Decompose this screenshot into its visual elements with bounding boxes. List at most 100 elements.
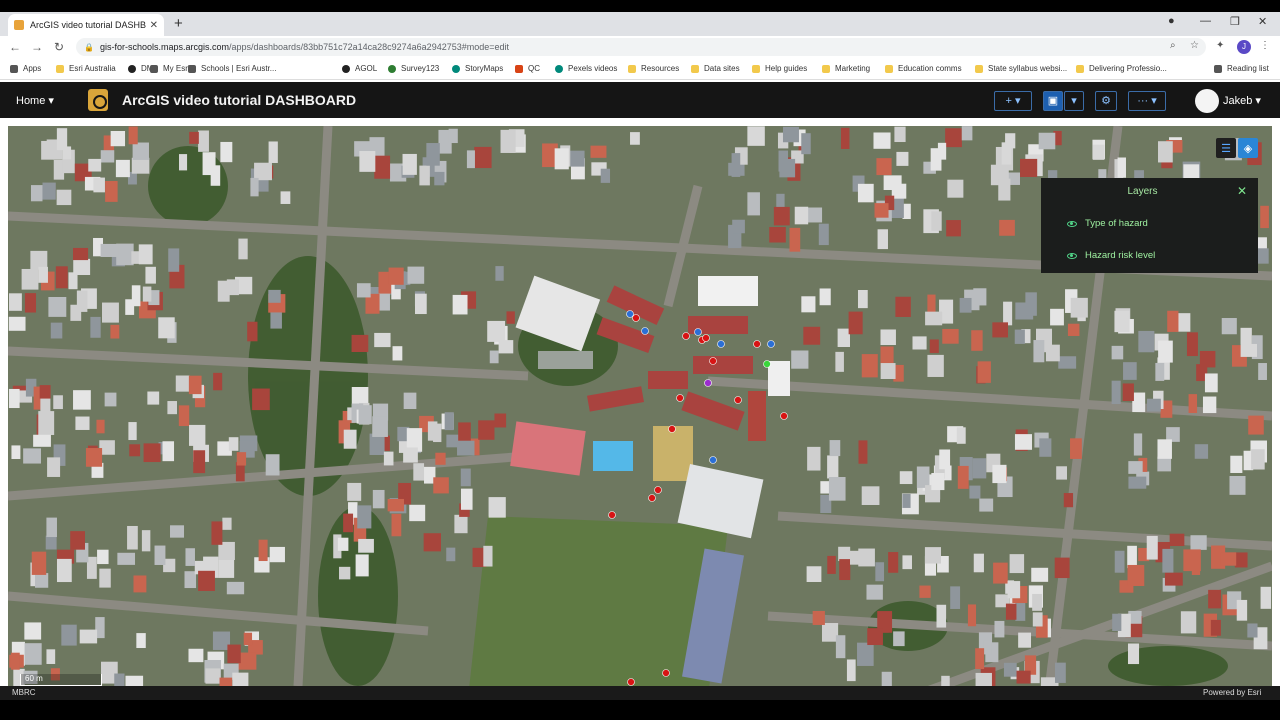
survey123-icon [388,64,396,73]
bookmark-qc[interactable]: QC [515,64,540,73]
bookmark-survey123[interactable]: Survey123 [388,64,439,73]
tab-title: ArcGIS video tutorial DASHBOARD [30,20,146,30]
hazard-marker-red[interactable] [780,412,788,420]
hazard-marker-blue[interactable] [626,310,634,318]
bookmark-state-syllabus[interactable]: State syllabus websi... [975,64,1067,73]
layers-stack-icon[interactable]: ◈ [1238,138,1258,158]
hazard-marker-green[interactable] [763,360,771,368]
hazard-marker-blue[interactable] [767,340,775,348]
extensions-icon[interactable]: ✦ [1216,40,1224,51]
folder-icon [1076,64,1084,73]
folder-icon [691,64,699,73]
url-host: gis-for-schools.maps.arcgis.com [99,42,230,52]
bookmark-help-guides[interactable]: Help guides [752,64,807,73]
reading-list-icon [1214,64,1222,73]
eye-icon[interactable] [1067,220,1077,227]
hazard-marker-red[interactable] [676,394,684,402]
hazard-marker-red[interactable] [662,669,670,677]
browser-menu-icon[interactable]: ⋮ [1260,40,1270,51]
address-toolbar: ← → ↻ 🔒 gis-for-schools.maps.arcgis.com … [0,36,1280,58]
more-options-button[interactable]: ··· ▾ [1128,91,1166,111]
legend-list-icon[interactable]: ☰ [1216,138,1236,158]
apps-grid-icon [10,64,18,73]
hazard-marker-blue[interactable] [717,340,725,348]
arcgis-dashboards-logo-icon [88,89,108,111]
tab-strip: ArcGIS video tutorial DASHBOARD ✕ + ● — … [0,12,1280,36]
browser-tab-dashboard[interactable]: ArcGIS video tutorial DASHBOARD ✕ [8,14,164,36]
hazard-marker-red[interactable] [627,678,635,686]
chevron-down-icon: ▾ [1151,95,1157,107]
map-attribution-bar: MBRC Powered by Esri [0,686,1280,700]
add-element-button[interactable]: + ▾ [994,91,1032,111]
hazard-marker-red[interactable] [753,340,761,348]
map-view[interactable]: ☰ ◈ Layers ✕ Type of hazard Hazard risk … [8,126,1272,698]
imagery-source: MBRC [12,688,36,697]
user-menu[interactable]: Jakeb ▾ [1223,94,1261,107]
reload-icon[interactable]: ↻ [48,40,70,54]
home-menu[interactable]: Home ▾ [16,94,54,107]
bookmark-apps[interactable]: Apps [10,64,41,73]
layer-item-hazard-risk-level[interactable]: Hazard risk level [1067,250,1155,261]
folder-icon [885,64,893,73]
pexels-icon [555,64,563,73]
hazard-marker-blue[interactable] [694,328,702,336]
folder-icon [752,64,760,73]
bookmark-esri-australia[interactable]: Esri Australia [56,64,116,73]
minimize-icon[interactable]: — [1200,15,1211,27]
dashboard-header: Home ▾ ArcGIS video tutorial DASHBOARD +… [0,82,1280,118]
hazard-marker-purple[interactable] [704,379,712,387]
arcgis-favicon-icon [14,20,24,30]
hazard-marker-red[interactable] [654,486,662,494]
close-tab-icon[interactable]: ✕ [150,20,158,31]
bookmark-education-comms[interactable]: Education comms [885,64,962,73]
storymaps-icon [452,64,460,73]
hazard-marker-red[interactable] [734,396,742,404]
scale-bar: 60 m [20,674,102,686]
close-icon[interactable]: ✕ [1237,184,1247,198]
layer-item-type-of-hazard[interactable]: Type of hazard [1067,218,1148,229]
url-bar[interactable]: 🔒 gis-for-schools.maps.arcgis.com /apps/… [76,38,1206,56]
bookmark-data-sites[interactable]: Data sites [691,64,740,73]
bookmark-storymaps[interactable]: StoryMaps [452,64,503,73]
hazard-marker-red[interactable] [608,511,616,519]
page-title: ArcGIS video tutorial DASHBOARD [122,92,357,108]
folder-icon [628,64,636,73]
folder-icon [822,64,830,73]
chevron-down-icon: ▾ [1255,95,1261,107]
url-path: /apps/dashboards/83bb751c72a14ca28c9274a… [229,42,510,52]
bookmark-agol[interactable]: AGOL [342,64,377,73]
avatar[interactable] [1195,89,1219,113]
bookmark-my-esri[interactable]: My Esri [150,64,190,73]
record-icon[interactable]: ● [1168,15,1175,27]
bookmark-delivering[interactable]: Delivering Professio... [1076,64,1167,73]
hazard-marker-red[interactable] [709,357,717,365]
bookmark-pexels[interactable]: Pexels videos [555,64,617,73]
esri-icon [188,64,196,73]
bookmark-marketing[interactable]: Marketing [822,64,870,73]
hazard-marker-blue[interactable] [641,327,649,335]
save-icon[interactable]: ▣ [1043,91,1063,111]
new-tab-icon[interactable]: + [174,15,183,32]
hazard-marker-red[interactable] [668,425,676,433]
forward-icon[interactable]: → [26,40,48,54]
hazard-marker-red[interactable] [632,314,640,322]
eye-icon[interactable] [1067,252,1077,259]
hazard-marker-blue[interactable] [709,456,717,464]
save-options-chevron-icon[interactable]: ▾ [1064,91,1084,111]
bookmark-resources[interactable]: Resources [628,64,679,73]
hazard-marker-red[interactable] [682,332,690,340]
globe-icon [342,64,350,73]
settings-gear-icon[interactable]: ⚙ [1095,91,1117,111]
chevron-down-icon: ▾ [1014,95,1021,107]
bookmark-schools[interactable]: Schools | Esri Austr... [188,64,276,73]
star-icon[interactable]: ☆ [1190,40,1199,51]
zoom-icon[interactable]: ⌕ [1170,40,1176,51]
folder-icon [975,64,983,73]
reading-list[interactable]: Reading list [1214,64,1269,73]
close-window-icon[interactable]: ✕ [1258,15,1267,28]
profile-avatar[interactable]: J [1237,40,1251,54]
hazard-marker-red[interactable] [702,334,710,342]
back-icon[interactable]: ← [4,40,26,54]
maximize-icon[interactable]: ❐ [1230,15,1240,28]
hazard-marker-red[interactable] [648,494,656,502]
